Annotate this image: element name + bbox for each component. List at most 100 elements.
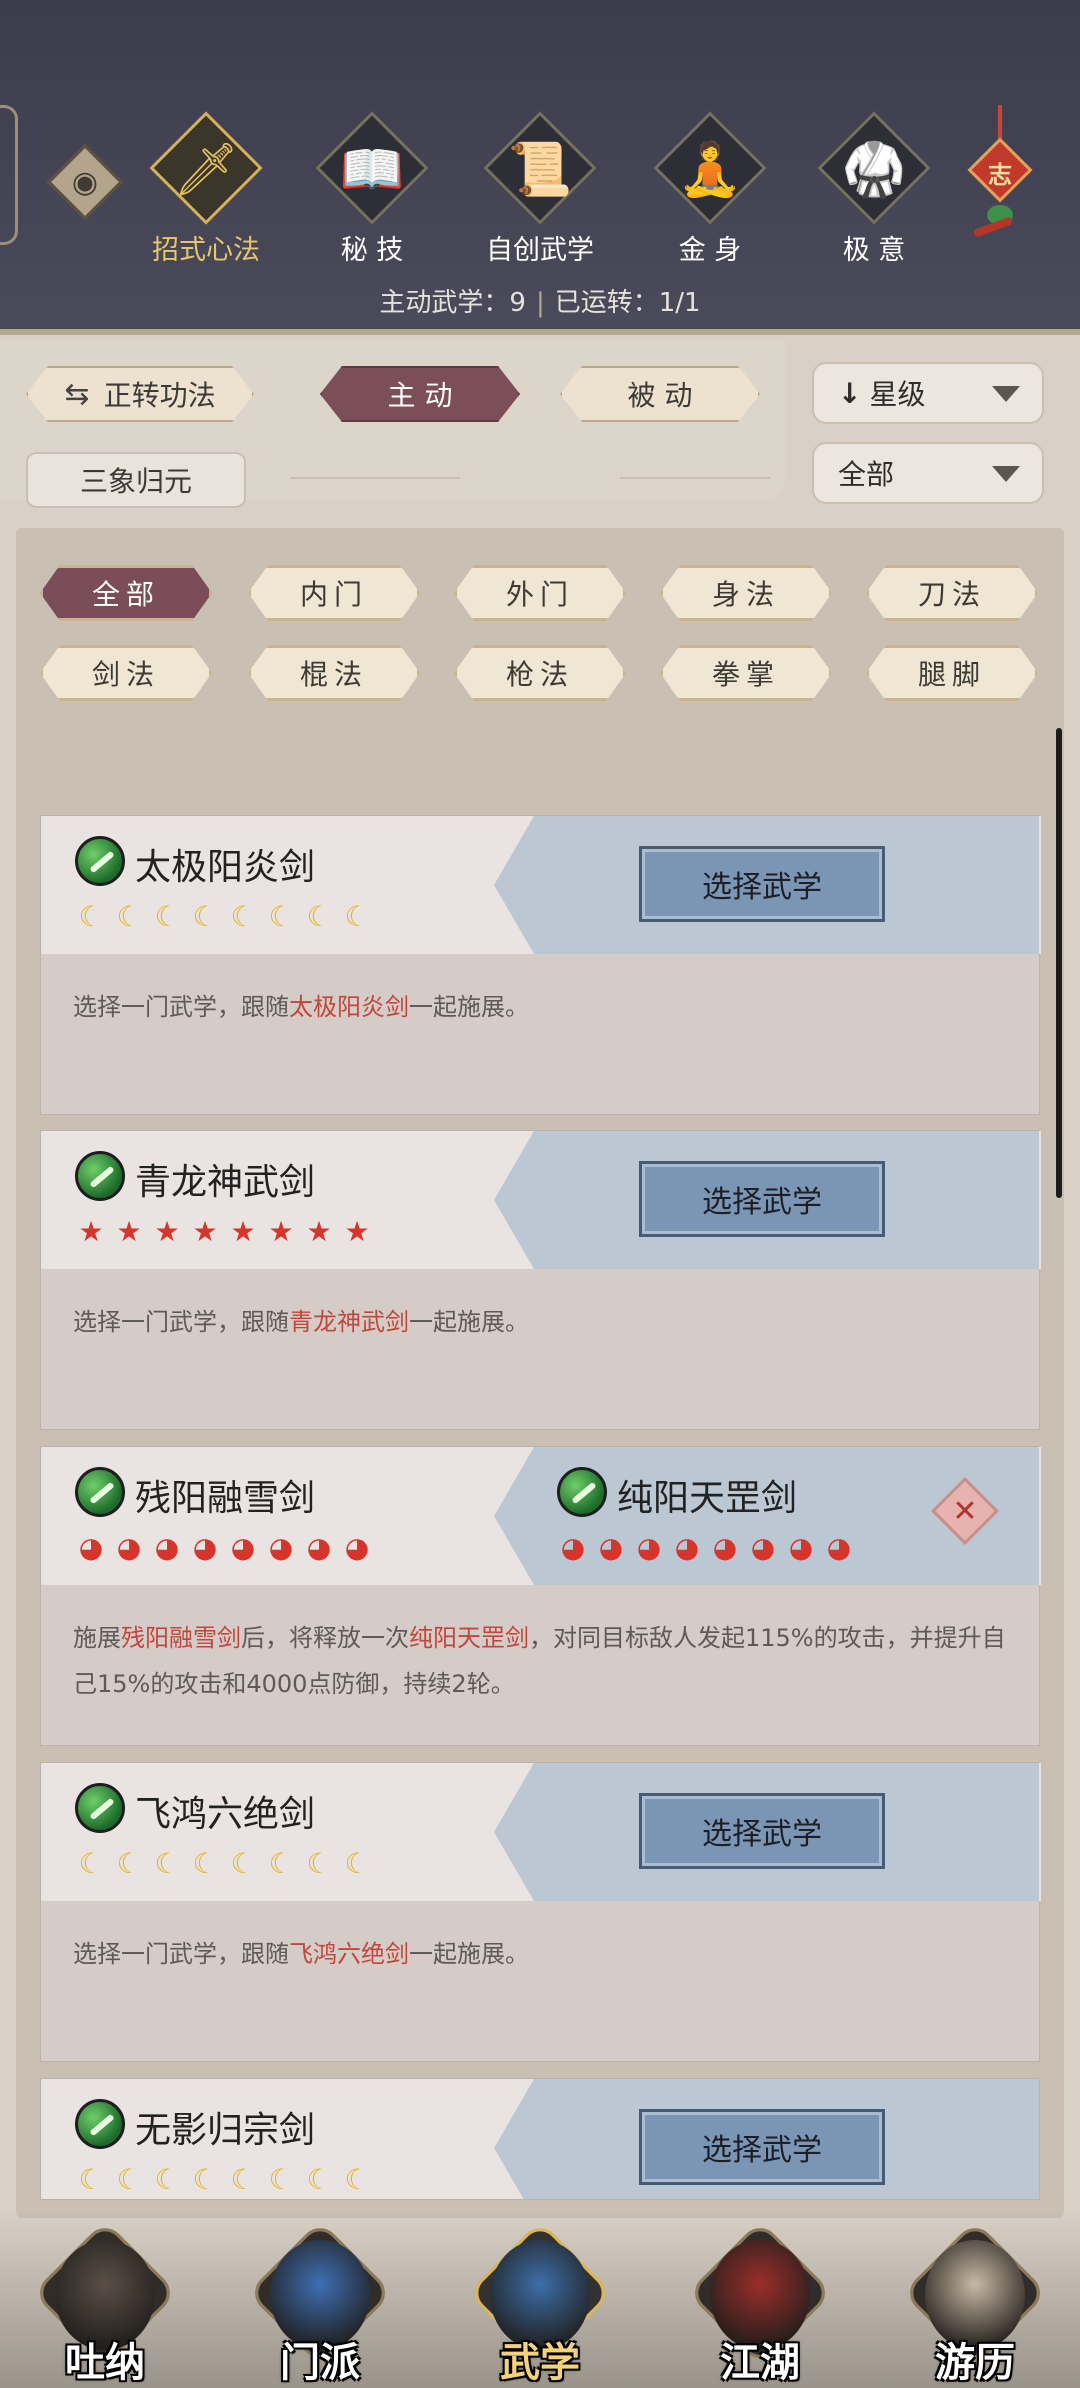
sort-dropdown[interactable]: ↓ 星级: [812, 362, 1044, 424]
meditation-icon: 🧘: [677, 140, 743, 200]
star-icon: ☾: [306, 2163, 332, 2196]
nav-sect[interactable]: 门派: [245, 2210, 395, 2388]
reset-origin-button[interactable]: 三象归元: [26, 452, 246, 508]
skill-card: 青龙神武剑 ★ ★ ★ ★ ★ ★ ★ ★ 选择武学 选择一门武学，跟随青龙神武剑一起施展。: [40, 1130, 1041, 1430]
tab-moves[interactable]: 🗡 招式心法: [136, 111, 276, 270]
star-rating: ☾ ☾ ☾ ☾ ☾ ☾ ☾ ☾: [73, 902, 375, 932]
star-icon: ☾: [268, 1847, 294, 1880]
select-martial-button[interactable]: 选择武学: [639, 1161, 885, 1237]
active-count: 主动武学：9: [379, 288, 526, 318]
star-rating: ◕ ◕ ◕ ◕ ◕ ◕ ◕ ◕: [73, 1533, 375, 1563]
star-icon: ☾: [78, 1847, 104, 1880]
category-saber[interactable]: 刀法: [866, 565, 1038, 621]
category-sword[interactable]: 剑法: [40, 645, 212, 701]
skill-card: 飞鸿六绝剑 ☾ ☾ ☾ ☾ ☾ ☾ ☾ ☾ 选择武学 选择一门武学，跟随飞鸿六绝剑一起施展。: [40, 1762, 1041, 2062]
star-icon: ◕: [712, 1531, 738, 1564]
star-icon: ◕: [344, 1531, 370, 1564]
category-outer[interactable]: 外门: [454, 565, 626, 621]
star-icon: ☾: [344, 1847, 370, 1880]
chinese-knot-icon[interactable]: 志: [965, 105, 1035, 255]
star-icon: ★: [230, 1215, 256, 1248]
skill-name: 太极阳炎剑: [135, 847, 316, 888]
star-icon: ◕: [268, 1531, 294, 1564]
star-icon: ◕: [116, 1531, 142, 1564]
star-icon: ☾: [268, 900, 294, 933]
sword-skill-icon: [75, 1467, 125, 1517]
star-icon: ☾: [306, 900, 332, 933]
divider: [290, 477, 460, 479]
category-leg[interactable]: 腿脚: [866, 645, 1038, 701]
star-icon: ◕: [306, 1531, 332, 1564]
select-martial-button[interactable]: 选择武学: [639, 846, 885, 922]
star-icon: ☾: [154, 2163, 180, 2196]
star-icon: ◕: [560, 1531, 586, 1564]
category-all[interactable]: 全部: [40, 565, 212, 621]
tab-golden-body[interactable]: 🧘 金 身: [640, 111, 780, 270]
star-icon: ◕: [598, 1531, 624, 1564]
star-icon: ☾: [344, 900, 370, 933]
bottom-navigation: 吐纳 门派 武学 江湖 游历: [0, 2210, 1080, 2388]
star-icon: ☾: [154, 900, 180, 933]
star-icon: ☾: [116, 2163, 142, 2196]
select-martial-button[interactable]: 选择武学: [639, 2109, 885, 2185]
skill-description: 选择一门武学，跟随太极阳炎剑一起施展。: [73, 993, 529, 1021]
sword-skill-icon: [75, 1151, 125, 1201]
star-icon: ◕: [826, 1531, 852, 1564]
star-icon: ☾: [192, 900, 218, 933]
skill-name: 无影归宗剑: [135, 2110, 316, 2151]
star-icon: ★: [268, 1215, 294, 1248]
star-icon: ☾: [116, 1847, 142, 1880]
nav-martial-arts[interactable]: 武学: [465, 2210, 615, 2388]
star-icon: ★: [154, 1215, 180, 1248]
star-icon: ☾: [306, 1847, 332, 1880]
tab-custom-martial[interactable]: 📜 自创武学: [470, 111, 610, 270]
tab-secret-skills[interactable]: 📖 秘 技: [302, 111, 442, 270]
star-rating: ☾ ☾ ☾ ☾ ☾ ☾ ☾ ☾: [73, 1849, 375, 1879]
star-icon: ☾: [268, 2163, 294, 2196]
view-toggle-button[interactable]: ◉: [46, 143, 124, 221]
star-icon: ★: [116, 1215, 142, 1248]
category-staff[interactable]: 棍法: [248, 645, 420, 701]
skill-card-paired: 残阳融雪剑 ◕ ◕ ◕ ◕ ◕ ◕ ◕ ◕ 纯阳天罡剑 ◕ ◕ ◕ ◕ ◕ ◕ ◕ ◕ ✕ 施展残阳融雪剑后…: [40, 1446, 1041, 1746]
star-icon: ◕: [788, 1531, 814, 1564]
nav-jianghu[interactable]: 江湖: [685, 2210, 835, 2388]
active-filter-button[interactable]: 主 动: [320, 366, 520, 422]
chevron-down-icon: [992, 386, 1020, 402]
star-icon: ☾: [78, 900, 104, 933]
nav-travel[interactable]: 游历: [900, 2210, 1050, 2388]
category-inner[interactable]: 内门: [248, 565, 420, 621]
sword-skill-icon: [75, 2099, 125, 2149]
skill-name: 残阳融雪剑: [135, 1478, 316, 1519]
scrollbar[interactable]: [1056, 728, 1062, 1198]
passive-filter-button[interactable]: 被 动: [560, 366, 760, 422]
side-drawer-handle[interactable]: [0, 105, 18, 245]
skill-description: 选择一门武学，跟随青龙神武剑一起施展。: [73, 1308, 529, 1336]
close-icon: ✕: [952, 1493, 978, 1529]
sword-skill-icon: [75, 1783, 125, 1833]
sort-down-arrow-icon: ↓: [838, 376, 862, 410]
convert-technique-button[interactable]: ⇆ 正转功法: [26, 366, 254, 422]
partner-skill-name: 纯阳天罡剑: [617, 1478, 798, 1519]
scope-dropdown[interactable]: 全部: [812, 442, 1044, 504]
category-movement[interactable]: 身法: [660, 565, 832, 621]
skill-description: 施展残阳融雪剑后，将释放一次纯阳天罡剑，对同目标敌人发起115%的攻击，并提升自…: [73, 1624, 1006, 1698]
category-fist[interactable]: 拳掌: [660, 645, 832, 701]
star-icon: ◕: [78, 1531, 104, 1564]
star-icon: ☾: [78, 2163, 104, 2196]
skill-name: 青龙神武剑: [135, 1162, 316, 1203]
star-icon: ◕: [636, 1531, 662, 1564]
swap-icon: ⇆: [64, 376, 90, 412]
category-spear[interactable]: 枪法: [454, 645, 626, 701]
chevron-down-icon: [992, 466, 1020, 482]
skill-card: 无影归宗剑 ☾ ☾ ☾ ☾ ☾ ☾ ☾ ☾ 选择武学: [40, 2078, 1040, 2200]
nav-breathing[interactable]: 吐纳: [30, 2210, 180, 2388]
star-icon: ★: [344, 1215, 370, 1248]
tab-ultimate[interactable]: 🥋 极 意: [804, 111, 944, 270]
top-header: ◉ 🗡 招式心法 📖 秘 技 📜 自创武学 🧘 金 身 🥋 极 意 志 主动武学…: [0, 0, 1080, 335]
star-icon: ☾: [230, 900, 256, 933]
star-icon: ☾: [230, 2163, 256, 2196]
sword-skill-icon: [75, 836, 125, 886]
martial-stats: 主动武学：9 | 已运转：1/1: [379, 288, 701, 318]
skill-description: 选择一门武学，跟随飞鸿六绝剑一起施展。: [73, 1940, 529, 1968]
select-martial-button[interactable]: 选择武学: [639, 1793, 885, 1869]
